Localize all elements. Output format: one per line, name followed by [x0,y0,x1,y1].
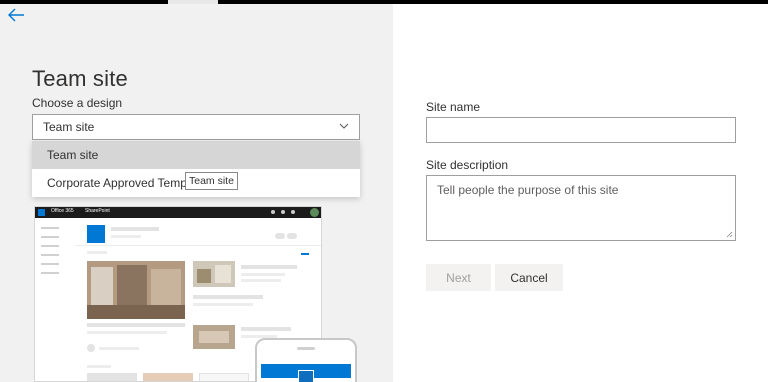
mobile-preview [255,338,357,382]
site-logo-icon [87,225,105,243]
preview-line [111,227,159,231]
phone-speaker [297,347,315,350]
preview-line [87,323,185,327]
preview-line [241,265,297,269]
preview-card [143,373,193,381]
preview-card [87,373,137,381]
preview-author-avatar [87,344,95,352]
site-name-label: Site name [426,100,481,114]
preview-suite-bar: Office 365 SharePoint [35,207,321,218]
preview-line [87,365,111,368]
preview-line [241,273,285,276]
option-tooltip: Team site [185,172,238,190]
choose-design-label: Choose a design [32,96,123,110]
avatar [310,208,319,217]
preview-see-all [301,253,309,255]
help-icon [291,210,295,214]
preview-card [199,373,249,381]
preview-line [87,331,167,334]
preview-line [99,347,139,350]
back-arrow-icon[interactable] [6,6,26,24]
design-select-value: Team site [43,120,95,134]
preview-share [287,233,297,239]
preview-line [193,303,253,306]
preview-divider [75,245,321,246]
preview-line [241,327,291,331]
preview-line [111,235,141,238]
notification-icon [271,210,275,214]
app-launcher-icon [38,209,45,216]
site-description-placeholder: Tell people the purpose of this site [437,183,619,197]
design-select[interactable]: Team site [32,114,360,140]
phone-site-logo [298,370,314,382]
preview-suite-label: Office 365 [51,208,74,214]
site-name-input[interactable] [426,117,736,143]
design-option-team-site[interactable]: Team site [32,141,360,169]
next-button[interactable]: Next [426,264,491,291]
settings-icon [281,210,285,214]
preview-news-image-2 [193,325,235,349]
preview-line [193,295,263,299]
preview-line [87,251,107,254]
preview-line [241,279,281,282]
preview-news-image [193,261,235,287]
preview-hero-image [87,261,185,319]
preview-nav [41,227,59,281]
preview-follow [275,233,285,239]
cancel-button[interactable]: Cancel [495,264,563,291]
preview-app-label: SharePoint [85,208,110,214]
site-description-label: Site description [426,158,509,172]
page-title: Team site [32,66,128,91]
site-description-input[interactable]: Tell people the purpose of this site [426,175,736,241]
resize-grip-icon[interactable] [726,231,733,238]
chevron-down-icon [339,123,349,129]
